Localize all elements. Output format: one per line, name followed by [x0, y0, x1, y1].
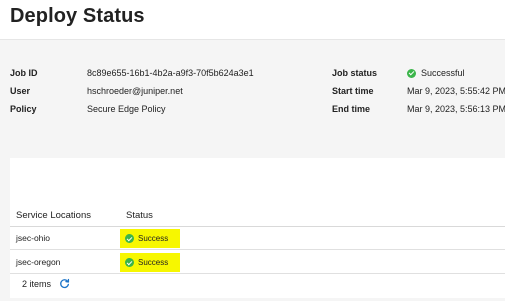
job-status-text: Successful [421, 68, 465, 78]
job-status-value: Successful [407, 66, 465, 80]
row-location: jsec-ohio [16, 233, 51, 243]
end-time-value: Mar 9, 2023, 5:56:13 PM [407, 104, 505, 114]
detail-row-job-id: Job ID 8c89e655-16b1-4b2a-a9f3-70f5b624a… [0, 66, 505, 80]
check-circle-icon [407, 68, 416, 78]
column-header-status[interactable]: Status [126, 210, 153, 221]
table-row[interactable]: jsec-oregon Success [10, 251, 505, 274]
user-value: hschroeder@juniper.net [87, 86, 183, 96]
row-status-text: Success [138, 234, 169, 243]
check-circle-icon [125, 234, 134, 243]
end-time-label: End time [332, 104, 371, 114]
page-header: Deploy Status [0, 0, 505, 40]
job-id-value: 8c89e655-16b1-4b2a-a9f3-70f5b624a3e1 [87, 68, 254, 78]
detail-row-policy: Policy Secure Edge Policy End time Mar 9… [0, 102, 505, 116]
item-count: 2 items [22, 278, 52, 289]
refresh-icon[interactable] [59, 278, 70, 289]
policy-label: Policy [10, 104, 37, 114]
detail-row-user: User hschroeder@juniper.net Start time M… [0, 84, 505, 98]
job-id-label: Job ID [10, 68, 38, 78]
start-time-value: Mar 9, 2023, 5:55:42 PM [407, 86, 505, 96]
user-label: User [10, 86, 31, 96]
row-location: jsec-oregon [16, 257, 61, 267]
policy-value: Secure Edge Policy [87, 104, 166, 114]
page-title: Deploy Status [10, 5, 145, 27]
job-status-label: Job status [332, 68, 378, 78]
table-row[interactable]: jsec-ohio Success [10, 227, 505, 250]
start-time-label: Start time [332, 86, 374, 96]
row-status: Success [120, 253, 180, 272]
column-header-service-locations[interactable]: Service Locations [16, 210, 91, 221]
check-circle-icon [125, 258, 134, 267]
row-status: Success [120, 229, 180, 248]
table-footer: 2 items [10, 278, 70, 289]
row-status-text: Success [138, 258, 169, 267]
service-locations-card: Service Locations Status jsec-ohio Succe… [10, 158, 505, 298]
job-details: Job ID 8c89e655-16b1-4b2a-a9f3-70f5b624a… [0, 56, 505, 126]
